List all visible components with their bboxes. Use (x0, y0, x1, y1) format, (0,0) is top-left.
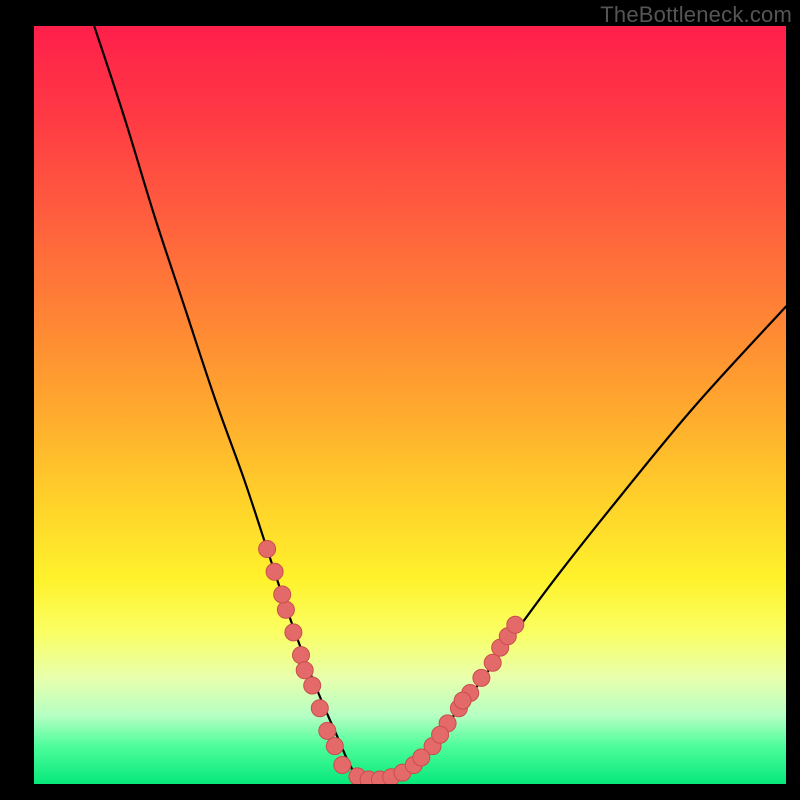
data-marker (266, 563, 283, 580)
data-marker (454, 692, 471, 709)
data-marker (319, 722, 336, 739)
data-marker (277, 601, 294, 618)
data-marker (473, 669, 490, 686)
data-marker (285, 624, 302, 641)
chart-svg (34, 26, 786, 784)
plot-area (34, 26, 786, 784)
chart-frame: TheBottleneck.com (0, 0, 800, 800)
bottleneck-curve (94, 26, 786, 782)
data-marker (296, 662, 313, 679)
data-marker (293, 647, 310, 664)
watermark-text: TheBottleneck.com (600, 2, 792, 28)
data-marker (484, 654, 501, 671)
data-marker (432, 726, 449, 743)
markers-group (259, 541, 524, 785)
data-marker (274, 586, 291, 603)
data-marker (507, 616, 524, 633)
data-marker (259, 541, 276, 558)
data-marker (311, 700, 328, 717)
data-marker (304, 677, 321, 694)
data-marker (326, 738, 343, 755)
data-marker (413, 749, 430, 766)
data-marker (334, 757, 351, 774)
